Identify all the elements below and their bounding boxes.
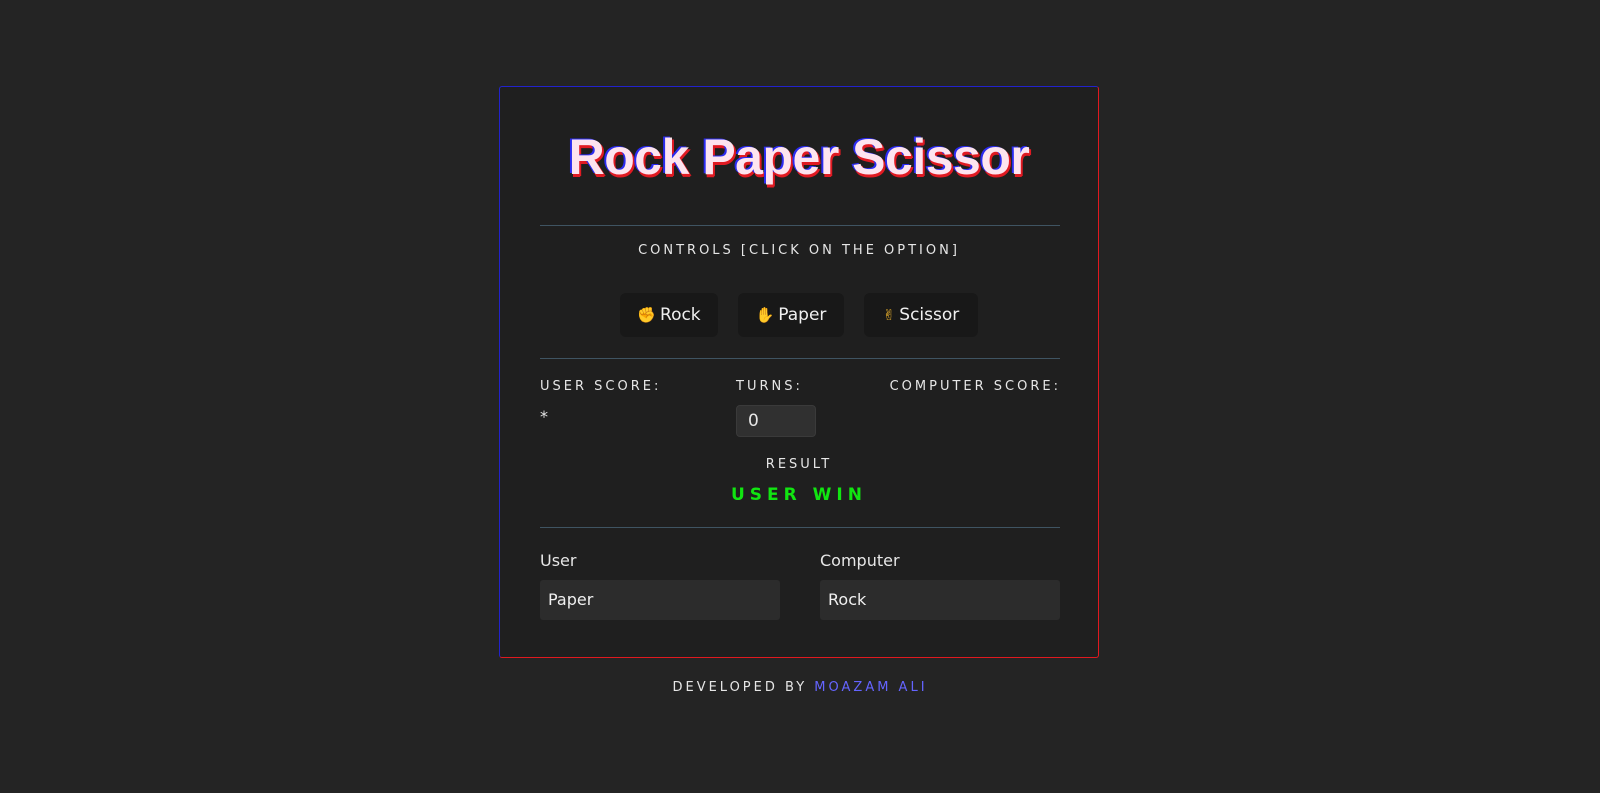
controls-label: CONTROLS [CLICK ON THE OPTION] bbox=[638, 243, 960, 258]
paper-button[interactable]: ✋ Paper bbox=[738, 293, 844, 337]
divider bbox=[540, 225, 1060, 226]
computer-choice-field: Rock bbox=[820, 580, 1060, 620]
turns-label: TURNS: bbox=[736, 379, 803, 394]
user-choice-field: Paper bbox=[540, 580, 780, 620]
result-label: RESULT bbox=[765, 457, 833, 472]
computer-score-label: COMPUTER SCORE: bbox=[889, 379, 1061, 394]
footer: DEVELOPED BY MOAZAM ALI bbox=[0, 680, 1600, 695]
user-choice-label: User bbox=[540, 551, 577, 570]
rock-button-label: Rock bbox=[660, 305, 701, 325]
result-value: USER WIN bbox=[731, 485, 867, 505]
fist-icon: ✊ bbox=[637, 306, 657, 324]
victory-hand-icon: ✌ bbox=[882, 306, 896, 324]
computer-choice-label: Computer bbox=[820, 551, 900, 570]
scissor-button[interactable]: ✌ Scissor bbox=[864, 293, 978, 337]
user-score-value: * bbox=[540, 407, 548, 426]
scissor-button-label: Scissor bbox=[899, 305, 960, 325]
page-title: Rock Paper Scissor bbox=[568, 129, 1030, 185]
footer-prefix: DEVELOPED BY bbox=[672, 680, 808, 695]
divider bbox=[540, 527, 1060, 528]
hand-icon: ✋ bbox=[755, 306, 775, 324]
divider bbox=[540, 358, 1060, 359]
turns-field[interactable] bbox=[736, 405, 816, 437]
user-score-label: USER SCORE: bbox=[540, 379, 662, 394]
game-card: Rock Paper Scissor CONTROLS [CLICK ON TH… bbox=[499, 86, 1099, 658]
paper-button-label: Paper bbox=[778, 305, 827, 325]
author-link[interactable]: MOAZAM ALI bbox=[814, 680, 927, 695]
rock-button[interactable]: ✊ Rock bbox=[620, 293, 718, 337]
